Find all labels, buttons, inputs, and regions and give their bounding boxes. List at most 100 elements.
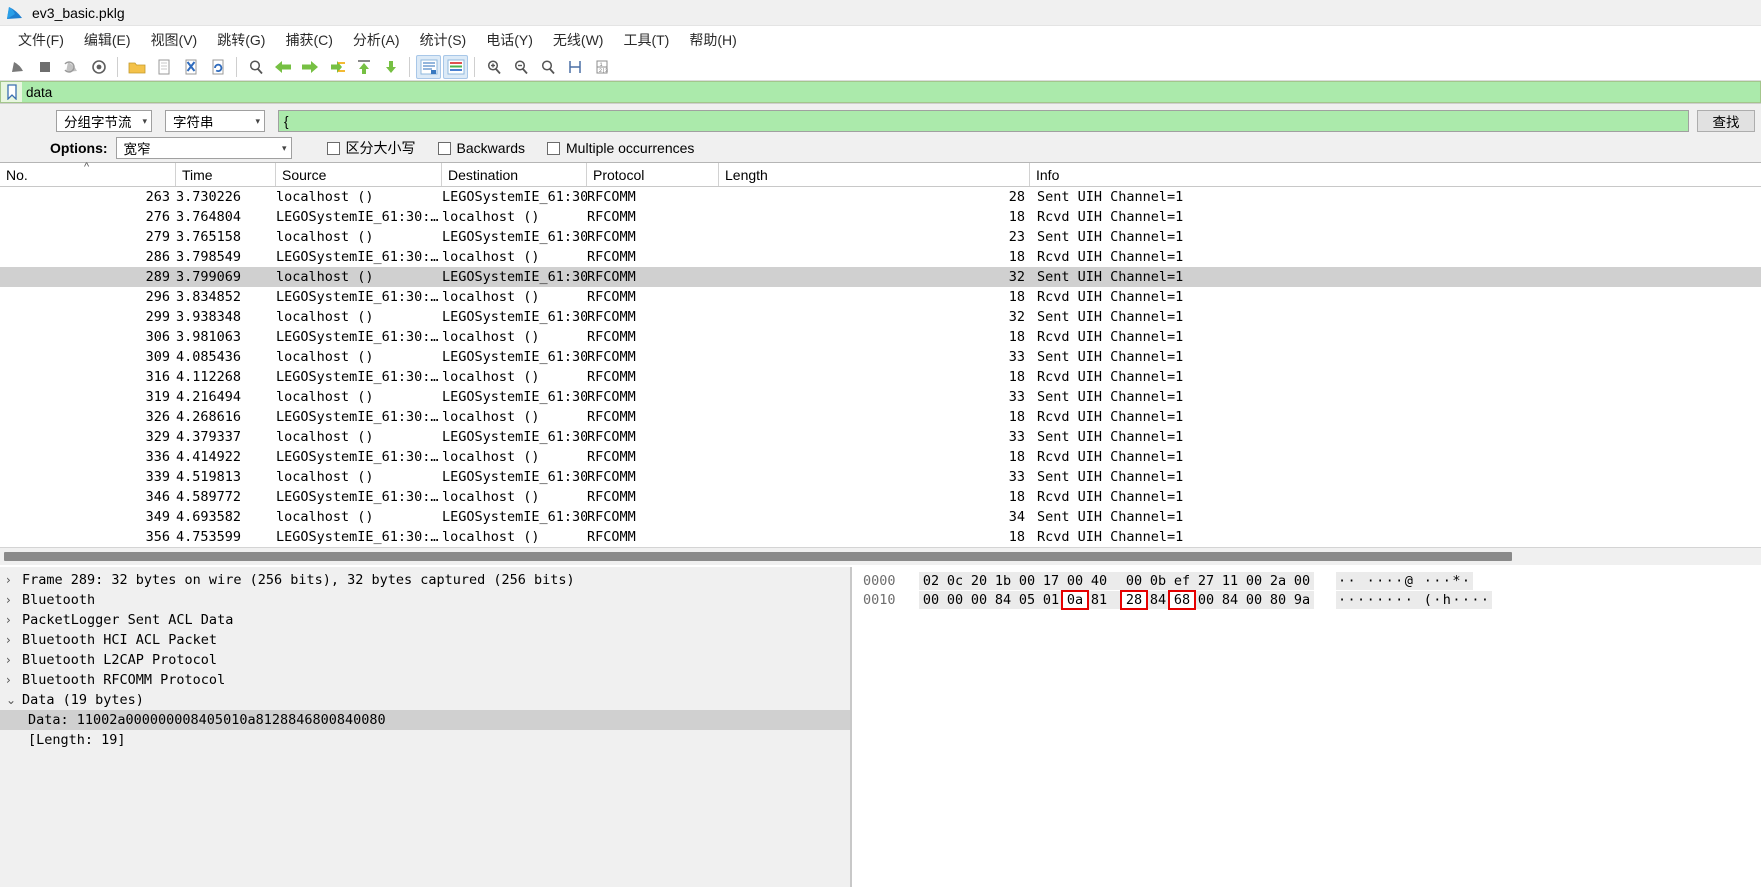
find-type-dropdown[interactable]: 字符串 ▾ [165,110,265,132]
hex-byte[interactable]: 27 [1194,573,1218,589]
chevron-right-icon[interactable]: › [6,593,22,607]
packet-row[interactable]: 346 4.589772 LEGOSystemIE_61:30:… localhost… [0,487,1761,507]
zoom-out-icon[interactable] [508,55,533,79]
hex-dump-row[interactable]: 0000 02 0c 20 1b 00 17 00 40 00 0b ef 27 11 00 2a 00 ·· ·… [851,571,1761,590]
menu-file[interactable]: 文件(F) [8,27,74,53]
hex-byte[interactable]: 00 [1063,573,1087,589]
menu-wireless[interactable]: 无线(W) [543,27,614,53]
capture-options-icon[interactable] [86,55,111,79]
detail-tree-row[interactable]: › Bluetooth [0,590,850,610]
detail-tree-row[interactable]: ⌄ Data (19 bytes) [0,690,850,710]
hex-byte[interactable]: 00 [1242,573,1266,589]
menu-telephony[interactable]: 电话(Y) [476,27,543,53]
packet-row[interactable]: 299 3.938348 localhost () LEGOSystemIE_61:3… [0,307,1761,327]
hex-byte[interactable]: 17 [1039,573,1063,589]
resize-layout-icon[interactable]: 1 2|3 [589,55,614,79]
packet-row[interactable]: 329 4.379337 localhost () LEGOSystemIE_61:3… [0,427,1761,447]
menu-tools[interactable]: 工具(T) [613,27,679,53]
hex-byte[interactable]: 01 [1039,592,1063,608]
scrollbar-thumb[interactable] [4,551,1512,561]
menu-view[interactable]: 视图(V) [141,27,208,53]
packet-row[interactable]: 306 3.981063 LEGOSystemIE_61:30:… localhost… [0,327,1761,347]
hex-byte-highlighted[interactable]: 0a [1061,589,1089,610]
close-file-icon[interactable] [178,55,203,79]
find-width-dropdown[interactable]: 宽窄 ▾ [115,137,292,159]
hex-byte[interactable]: 0b [1146,573,1170,589]
packet-row[interactable]: 289 3.799069 localhost () LEGOSystemIE_61:3… [0,267,1761,287]
hex-byte[interactable]: 00 [919,592,943,608]
filter-bookmark-icon[interactable] [0,81,22,103]
start-capture-icon[interactable] [5,55,30,79]
column-header-info[interactable]: Info [1030,163,1761,186]
hex-byte[interactable]: 00 [1242,592,1266,608]
hex-byte[interactable]: 02 [919,573,943,589]
hex-byte[interactable]: 40 [1087,573,1111,589]
backwards-checkbox[interactable]: Backwards [437,140,525,156]
go-first-packet-icon[interactable] [351,55,376,79]
hex-byte[interactable]: 84 [1218,592,1242,608]
resize-columns-icon[interactable] [562,55,587,79]
hex-byte[interactable]: 00 [1194,592,1218,608]
packet-row[interactable]: 356 4.753599 LEGOSystemIE_61:30:… localhost… [0,527,1761,547]
detail-tree-row[interactable]: › Bluetooth RFCOMM Protocol [0,670,850,690]
chevron-right-icon[interactable]: › [6,573,22,587]
packet-row[interactable]: 276 3.764804 LEGOSystemIE_61:30:… localhost… [0,207,1761,227]
hex-byte[interactable]: 11 [1218,573,1242,589]
menu-go[interactable]: 跳转(G) [207,27,275,53]
detail-tree-row[interactable]: › Bluetooth L2CAP Protocol [0,650,850,670]
hex-byte[interactable]: 1b [991,573,1015,589]
packet-row[interactable]: 339 4.519813 localhost () LEGOSystemIE_61:3… [0,467,1761,487]
hex-byte[interactable]: 05 [1015,592,1039,608]
packet-row[interactable]: 336 4.414922 LEGOSystemIE_61:30:… localhost… [0,447,1761,467]
hex-byte[interactable]: 0c [943,573,967,589]
go-to-packet-icon[interactable] [324,55,349,79]
menu-analyze[interactable]: 分析(A) [343,27,410,53]
find-scope-dropdown[interactable]: 分组字节流 ▾ [56,110,152,132]
hex-byte[interactable]: 2a [1266,573,1290,589]
column-header-destination[interactable]: Destination [442,163,587,186]
column-header-length[interactable]: Length [719,163,1030,186]
go-last-packet-icon[interactable] [378,55,403,79]
go-forward-icon[interactable] [297,55,322,79]
packet-row[interactable]: 309 4.085436 localhost () LEGOSystemIE_61:3… [0,347,1761,367]
packet-row[interactable]: 349 4.693582 localhost () LEGOSystemIE_61:3… [0,507,1761,527]
hex-dump-row[interactable]: 0010 00 00 00 84 05 01 0a 81 28 84 68 00 84 00 80 9a ····… [851,589,1761,610]
menu-edit[interactable]: 编辑(E) [74,27,141,53]
packet-row[interactable]: 319 4.216494 localhost () LEGOSystemIE_61:3… [0,387,1761,407]
auto-scroll-icon[interactable] [416,54,441,79]
column-header-protocol[interactable]: Protocol [587,163,719,186]
hex-byte[interactable]: 80 [1266,592,1290,608]
case-sensitive-checkbox[interactable]: 区分大小写 [326,138,416,158]
stop-capture-icon[interactable] [32,55,57,79]
hex-byte-highlighted[interactable]: 68 [1168,589,1196,610]
find-packet-icon[interactable] [243,55,268,79]
restart-capture-icon[interactable] [59,55,84,79]
detail-tree-row[interactable]: › Frame 289: 32 bytes on wire (256 bits),… [0,570,850,590]
packet-list-horizontal-scrollbar[interactable] [0,547,1761,565]
hex-byte[interactable]: 9a [1290,592,1314,608]
menu-help[interactable]: 帮助(H) [679,27,746,53]
hex-byte[interactable]: 00 [943,592,967,608]
go-back-icon[interactable] [270,55,295,79]
hex-byte[interactable]: ef [1170,573,1194,589]
hex-byte[interactable]: 84 [991,592,1015,608]
zoom-reset-icon[interactable] [535,55,560,79]
packet-row[interactable]: 326 4.268616 LEGOSystemIE_61:30:… localhost… [0,407,1761,427]
find-button[interactable]: 查找 [1697,110,1755,132]
hex-byte[interactable]: 81 [1087,592,1111,608]
reload-file-icon[interactable] [205,55,230,79]
detail-tree-row[interactable]: › Bluetooth HCI ACL Packet [0,630,850,650]
packet-row[interactable]: 263 3.730226 localhost () LEGOSystemIE_61:3… [0,187,1761,207]
colorize-icon[interactable] [443,54,468,79]
column-header-time[interactable]: Time [176,163,276,186]
hex-byte[interactable]: 00 [1290,573,1314,589]
detail-tree-row[interactable]: [Length: 19] [0,730,850,750]
column-header-no[interactable]: No. ^ [0,161,176,186]
chevron-right-icon[interactable]: › [6,673,22,687]
hex-byte[interactable]: 00 [1015,573,1039,589]
chevron-right-icon[interactable]: › [6,653,22,667]
find-search-input[interactable]: { [278,110,1689,132]
hex-byte[interactable]: 20 [967,573,991,589]
menu-capture[interactable]: 捕获(C) [275,27,342,53]
scrollbar-track[interactable] [4,551,1757,562]
